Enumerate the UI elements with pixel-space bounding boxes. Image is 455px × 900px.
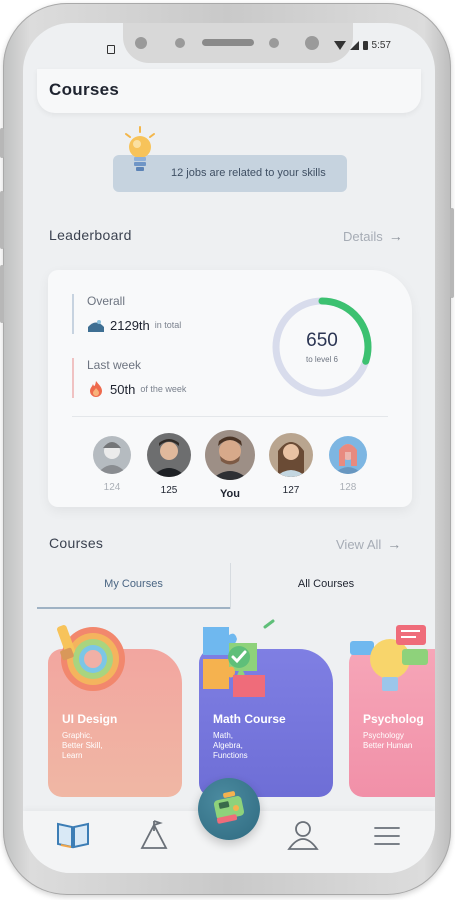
volume-up-button	[0, 191, 4, 249]
last-week-stat: Last week 50th of the week	[72, 358, 186, 398]
avatar	[269, 433, 313, 477]
signal-icon	[349, 41, 359, 50]
rank-item[interactable]: 125	[146, 433, 192, 496]
battery-icon	[362, 41, 368, 50]
tab-my-courses[interactable]: My Courses	[37, 563, 230, 609]
courses-section-title: Courses	[49, 535, 104, 551]
course-title: UI Design	[62, 712, 118, 726]
overall-value: 2129th	[110, 317, 150, 333]
last-week-sub: of the week	[140, 384, 187, 394]
game-fab-button[interactable]	[198, 778, 260, 840]
leaderboard-card: Overall 2129th in total Last week 50th o…	[48, 270, 412, 507]
status-bar: 5:57	[333, 40, 391, 51]
last-week-value: 50th	[110, 381, 136, 397]
tab-all-courses[interactable]: All Courses	[230, 563, 421, 609]
notch	[123, 23, 353, 63]
rank-item[interactable]: 124	[92, 436, 132, 493]
course-desc: Math, Algebra, Functions	[213, 731, 248, 760]
book-icon[interactable]	[55, 819, 91, 851]
game-controller-icon	[213, 791, 245, 824]
avatar	[205, 430, 255, 480]
view-all-link[interactable]: View All →	[336, 536, 401, 552]
avatar	[329, 436, 367, 474]
view-all-label: View All	[336, 536, 382, 552]
rank-item[interactable]: 128	[328, 436, 368, 493]
idea-bulb-icon	[350, 625, 428, 691]
rank-label: You	[220, 488, 240, 500]
arrow-right-icon: →	[388, 228, 403, 244]
fire-icon	[90, 381, 102, 397]
status-time: 5:57	[371, 40, 391, 51]
jobs-banner-text: 12 jobs are related to your skills	[171, 167, 326, 179]
phone-frame: 5:57 Courses 12 jobs are related to your…	[0, 3, 454, 895]
course-title: Psycholog	[363, 712, 424, 726]
course-title: Math Course	[213, 712, 286, 726]
power-button	[450, 208, 454, 298]
rank-item[interactable]: 127	[268, 433, 314, 496]
sensor-dot	[135, 37, 147, 49]
mute-switch	[0, 128, 4, 158]
card-divider	[72, 416, 388, 417]
overall-sub: in total	[154, 320, 182, 330]
course-tabs: My Courses All Courses	[37, 563, 421, 609]
puzzle-icon	[203, 619, 275, 697]
overall-label: Overall	[87, 294, 126, 308]
sensor-dot	[269, 38, 279, 48]
details-label: Details	[343, 228, 383, 244]
user-icon[interactable]	[285, 819, 321, 851]
leaderboard-details-link[interactable]: Details →	[343, 228, 403, 244]
avatar	[147, 433, 191, 477]
course-desc: Psychology Better Human	[363, 731, 413, 750]
rainbow-brush-icon	[57, 625, 125, 691]
volume-down-button	[0, 265, 4, 323]
overall-stat: Overall 2129th in total	[72, 294, 181, 334]
notification-icon	[107, 45, 115, 54]
app-screen: 5:57 Courses 12 jobs are related to your…	[23, 23, 435, 873]
rank-item-you[interactable]: You	[204, 430, 256, 500]
wifi-icon	[333, 41, 346, 50]
speaker-grille	[202, 39, 254, 46]
flag-icon[interactable]	[136, 819, 172, 851]
front-camera	[305, 36, 319, 50]
last-week-label: Last week	[87, 358, 142, 372]
avatar	[93, 436, 131, 474]
menu-icon[interactable]	[369, 819, 405, 851]
app-header: Courses	[37, 69, 421, 113]
rank-label: 128	[339, 482, 357, 493]
page-title: Courses	[49, 80, 120, 99]
course-desc: Graphic, Better Skill, Learn	[62, 731, 103, 760]
arrow-right-icon: →	[387, 536, 402, 552]
rank-avatars: 124 125 You 127 128	[92, 430, 392, 500]
light-bulb-icon	[125, 126, 155, 171]
points-value: 650	[306, 330, 338, 351]
rank-label: 127	[282, 485, 300, 496]
points-sub: to level 6	[305, 355, 339, 364]
ocean-wave-icon	[88, 320, 104, 332]
rank-label: 125	[160, 485, 178, 496]
leaderboard-title: Leaderboard	[49, 227, 132, 243]
sensor-dot	[175, 38, 185, 48]
rank-label: 124	[103, 482, 121, 493]
